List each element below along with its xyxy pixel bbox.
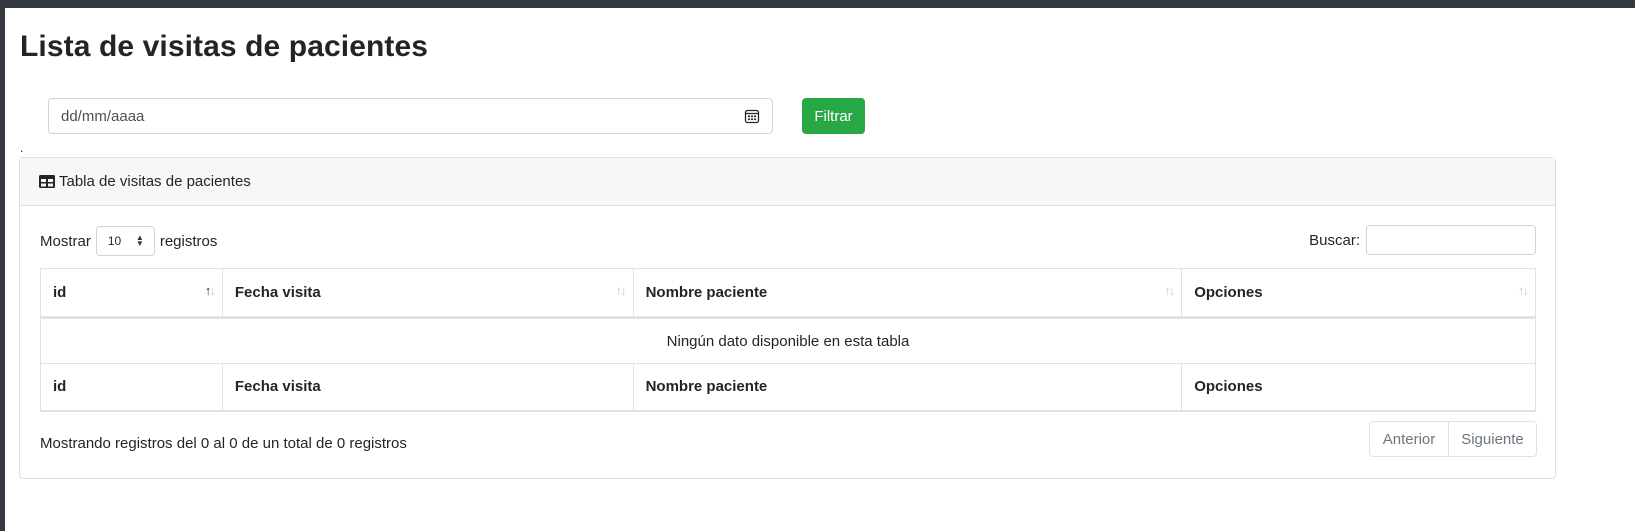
stray-dot: . bbox=[20, 141, 24, 155]
date-placeholder: dd/mm/aaaa bbox=[61, 107, 145, 125]
column-header-fecha[interactable]: Fecha visita ↑↓ bbox=[221, 268, 634, 319]
visits-table: id ↑↓ Fecha visita ↑↓ Nombre paciente ↑↓… bbox=[40, 268, 1536, 412]
empty-message: Ningún dato disponible en esta tabla bbox=[40, 317, 1536, 364]
main-content: Lista de visitas de pacientes dd/mm/aaaa… bbox=[5, 8, 1635, 531]
length-select[interactable]: 10 ▲ ▼ bbox=[95, 226, 155, 256]
page-title: Lista de visitas de pacientes bbox=[20, 30, 429, 63]
empty-row: Ningún dato disponible en esta tabla bbox=[40, 317, 1536, 364]
column-header-nombre[interactable]: Nombre paciente ↑↓ bbox=[632, 268, 1183, 319]
sort-icon: ↑↓ bbox=[1164, 283, 1175, 298]
length-prefix: Mostrar bbox=[40, 232, 91, 250]
column-footer-nombre: Nombre paciente bbox=[632, 363, 1183, 412]
next-page-button[interactable]: Siguiente bbox=[1449, 421, 1537, 457]
sort-icon: ↑↓ bbox=[1518, 283, 1529, 298]
column-footer-opciones: Opciones bbox=[1181, 363, 1536, 412]
filter-button[interactable]: Filtrar bbox=[802, 98, 865, 134]
table-icon bbox=[39, 175, 55, 188]
column-header-opciones[interactable]: Opciones ↑↓ bbox=[1181, 268, 1536, 319]
column-footer-id: id bbox=[40, 363, 223, 412]
column-header-id[interactable]: id ↑↓ bbox=[40, 268, 223, 319]
card-header: Tabla de visitas de pacientes bbox=[20, 158, 1555, 206]
sort-asc-icon: ↑↓ bbox=[204, 283, 216, 298]
search-control: Buscar: bbox=[1309, 225, 1536, 255]
column-footer-fecha: Fecha visita bbox=[221, 363, 634, 412]
length-control: Mostrar 10 ▲ ▼ registros bbox=[40, 226, 217, 256]
search-input[interactable] bbox=[1366, 225, 1536, 255]
footer-row: id Fecha visita Nombre paciente Opciones bbox=[40, 363, 1536, 412]
select-arrows-icon: ▲ ▼ bbox=[135, 233, 144, 248]
table-info: Mostrando registros del 0 al 0 de un tot… bbox=[40, 435, 407, 452]
visits-card: Tabla de visitas de pacientes Mostrar 10… bbox=[19, 157, 1556, 479]
header-row: id ↑↓ Fecha visita ↑↓ Nombre paciente ↑↓… bbox=[40, 268, 1536, 319]
search-label: Buscar: bbox=[1309, 231, 1360, 249]
length-value: 10 bbox=[107, 234, 122, 248]
length-suffix: registros bbox=[159, 232, 218, 250]
pagination: Anterior Siguiente bbox=[1369, 421, 1537, 457]
date-filter-input[interactable]: dd/mm/aaaa bbox=[48, 98, 773, 134]
calendar-icon[interactable] bbox=[744, 108, 760, 124]
sort-icon: ↑↓ bbox=[615, 283, 627, 298]
top-bar bbox=[0, 0, 1635, 8]
previous-page-button[interactable]: Anterior bbox=[1369, 421, 1449, 457]
card-title: Tabla de visitas de pacientes bbox=[59, 173, 251, 190]
